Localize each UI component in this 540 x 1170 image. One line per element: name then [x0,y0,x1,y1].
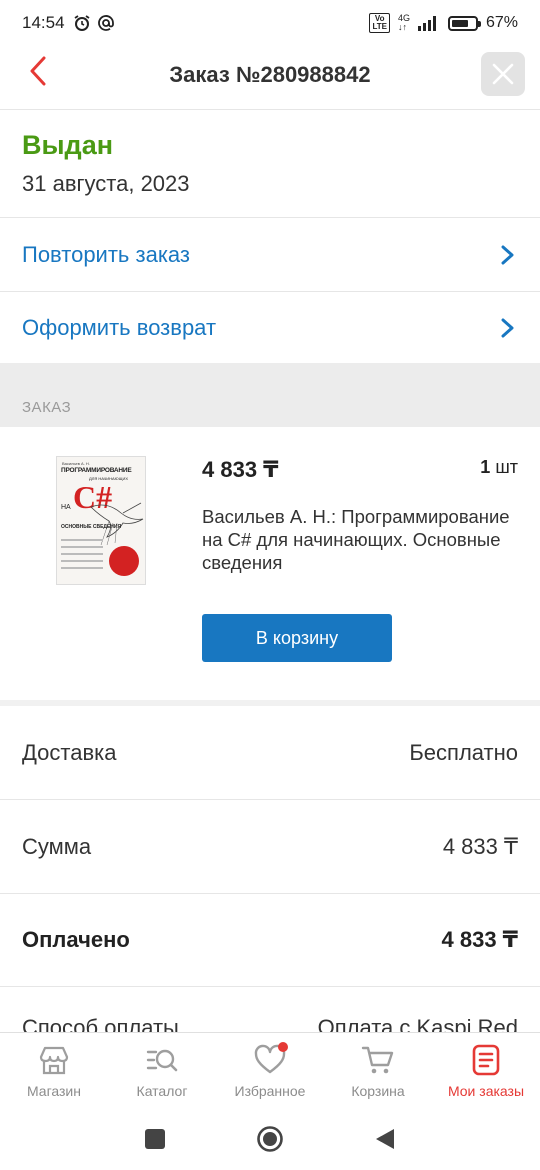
nav-favorites[interactable]: Избранное [216,1033,324,1108]
nav-store[interactable]: Магазин [0,1033,108,1108]
order-section-header: ЗАКАЗ [0,363,540,427]
alarm-icon [74,15,90,31]
notification-dot [278,1042,288,1052]
return-order-row[interactable]: Оформить возврат [0,292,540,365]
back-nav-button[interactable] [374,1127,396,1151]
signal-icon [417,16,436,31]
order-status-label: Выдан [22,130,114,160]
cart-icon [361,1046,394,1074]
battery-level: 67% [485,14,518,31]
nav-my-orders[interactable]: Мои заказы [432,1033,540,1108]
close-icon [492,63,514,85]
paid-row: Оплачено 4 833 ₸ [0,893,540,987]
delivery-row: Доставка Бесплатно [0,706,540,800]
system-navigation-bar [0,1108,540,1170]
recents-button[interactable] [144,1128,166,1150]
status-bar: 14:54 Vo LTE 4G ↓↑ 67% [0,0,540,46]
bottom-navigation: Магазин Каталог Избранное Корзина Мои за… [0,1032,540,1108]
product-item: Васильев А. Н. ПРОГРАММИРОВАНИЕ ДЛЯ НАЧИ… [0,427,540,703]
battery-icon [447,15,481,31]
home-button[interactable] [256,1125,284,1153]
volte-icon: Vo LTE [369,13,390,33]
store-icon [39,1046,69,1075]
book-cover-image[interactable]: Васильев А. Н. ПРОГРАММИРОВАНИЕ ДЛЯ НАЧИ… [56,456,146,585]
catalog-search-icon [146,1049,178,1072]
nav-cart[interactable]: Корзина [324,1033,432,1108]
repeat-order-label: Повторить заказ [22,242,190,267]
repeat-order-row[interactable]: Повторить заказ [0,219,540,292]
return-order-label: Оформить возврат [22,315,217,340]
order-status-block: Выдан 31 августа, 2023 [0,110,540,218]
total-row: Сумма 4 833 ₸ [0,800,540,894]
at-sign-icon [97,15,114,31]
cover-badge [109,546,139,576]
chevron-right-icon [501,318,514,338]
header: Заказ №280988842 [0,46,540,110]
chevron-right-icon [501,245,514,265]
order-status-date: 31 августа, 2023 [22,171,190,196]
nav-catalog[interactable]: Каталог [108,1033,216,1108]
product-name[interactable]: Васильев А. Н.: Программирование на C# д… [202,505,512,574]
orders-icon [472,1044,500,1076]
network-type: 4G ↓↑ [397,13,410,32]
add-to-cart-button[interactable]: В корзину [202,614,392,662]
product-quantity: 1 шт [480,457,518,477]
page-title: Заказ №280988842 [169,62,371,87]
status-time: 14:54 [22,13,65,32]
close-button[interactable] [481,52,525,96]
product-price: 4 833 ₸ [202,457,279,482]
